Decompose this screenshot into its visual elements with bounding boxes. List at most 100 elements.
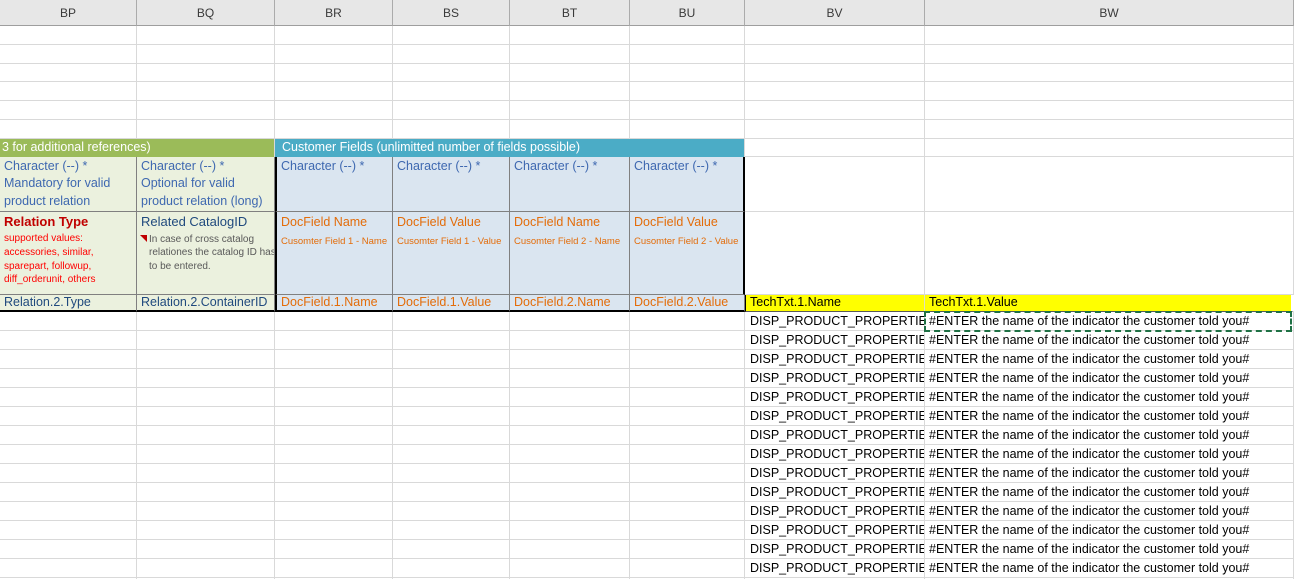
cell-empty[interactable] xyxy=(275,101,393,120)
cell-empty[interactable] xyxy=(745,101,925,120)
cell-empty[interactable] xyxy=(925,82,1294,101)
cell-empty[interactable] xyxy=(275,369,393,388)
cell-empty[interactable] xyxy=(630,464,745,483)
col-header-bq[interactable]: BQ xyxy=(137,0,275,26)
cell-empty[interactable] xyxy=(510,521,630,540)
cell-empty[interactable] xyxy=(630,82,745,101)
cell-empty[interactable] xyxy=(393,559,510,578)
cell-empty[interactable] xyxy=(510,369,630,388)
cell-empty[interactable] xyxy=(0,45,137,64)
cell-empty[interactable] xyxy=(275,120,393,139)
cell-techtxt-value-header[interactable]: TechTxt.1.Value xyxy=(925,295,1294,312)
cell-empty[interactable] xyxy=(137,45,275,64)
cell-empty[interactable] xyxy=(275,445,393,464)
cell-techtxt-name[interactable]: DISP_PRODUCT_PROPERTIES xyxy=(745,388,925,407)
cell-empty[interactable] xyxy=(137,559,275,578)
cell-empty[interactable] xyxy=(510,26,630,45)
cell-docfield2-name[interactable]: DocField.2.Name xyxy=(510,295,630,312)
cell-techtxt-value[interactable]: #ENTER the name of the indicator the cus… xyxy=(925,464,1294,483)
cell-empty[interactable] xyxy=(275,82,393,101)
col-header-bv[interactable]: BV xyxy=(745,0,925,26)
cell-techtxt-value[interactable]: #ENTER the name of the indicator the cus… xyxy=(925,445,1294,464)
cell-techtxt-value[interactable]: #ENTER the name of the indicator the cus… xyxy=(925,502,1294,521)
cell-techtxt-name-header[interactable]: TechTxt.1.Name xyxy=(745,295,925,312)
cell-empty[interactable] xyxy=(510,350,630,369)
cell-empty[interactable] xyxy=(393,45,510,64)
cell-techtxt-name[interactable]: DISP_PRODUCT_PROPERTIES xyxy=(745,483,925,502)
cell-empty[interactable] xyxy=(925,26,1294,45)
cell-empty[interactable] xyxy=(393,502,510,521)
cell-empty[interactable] xyxy=(393,331,510,350)
cell-empty[interactable] xyxy=(275,540,393,559)
cell-empty[interactable] xyxy=(393,388,510,407)
cell-empty[interactable] xyxy=(137,502,275,521)
cell-empty[interactable] xyxy=(137,312,275,331)
cell-empty[interactable] xyxy=(630,540,745,559)
cell-empty[interactable] xyxy=(510,331,630,350)
cell-empty[interactable] xyxy=(275,483,393,502)
cell-techtxt-value[interactable]: #ENTER the name of the indicator the cus… xyxy=(925,388,1294,407)
cell-empty[interactable] xyxy=(137,82,275,101)
cell-empty[interactable] xyxy=(137,445,275,464)
cell-empty[interactable] xyxy=(745,45,925,64)
cell-empty[interactable] xyxy=(925,45,1294,64)
cell-empty[interactable] xyxy=(630,312,745,331)
cell-type-character[interactable]: Character (--) * xyxy=(630,157,745,212)
cell-empty[interactable] xyxy=(275,26,393,45)
cell-empty[interactable] xyxy=(137,369,275,388)
cell-empty[interactable] xyxy=(630,559,745,578)
cell-techtxt-name[interactable]: DISP_PRODUCT_PROPERTIES xyxy=(745,350,925,369)
cell-empty[interactable] xyxy=(0,331,137,350)
cell-docfield-name-1[interactable]: DocField Name Cusomter Field 1 - Name xyxy=(275,212,393,295)
cell-empty[interactable] xyxy=(745,26,925,45)
cell-empty[interactable] xyxy=(745,64,925,83)
cell-empty[interactable] xyxy=(630,388,745,407)
cell-empty[interactable] xyxy=(510,101,630,120)
col-header-bw[interactable]: BW xyxy=(925,0,1294,26)
col-header-bp[interactable]: BP xyxy=(0,0,137,26)
cell-empty[interactable] xyxy=(0,540,137,559)
cell-empty[interactable] xyxy=(510,483,630,502)
cell-empty[interactable] xyxy=(925,139,1294,157)
cell-empty[interactable] xyxy=(510,445,630,464)
cell-empty[interactable] xyxy=(393,101,510,120)
cell-empty[interactable] xyxy=(0,559,137,578)
cell-empty[interactable] xyxy=(510,388,630,407)
cell-empty[interactable] xyxy=(275,559,393,578)
cell-relations-section-header[interactable]: 3 for additional references) xyxy=(0,139,275,157)
cell-techtxt-value[interactable]: #ENTER the name of the indicator the cus… xyxy=(925,483,1294,502)
cell-empty[interactable] xyxy=(137,464,275,483)
cell-empty[interactable] xyxy=(510,82,630,101)
cell-empty[interactable] xyxy=(137,483,275,502)
cell-empty[interactable] xyxy=(393,445,510,464)
cell-empty[interactable] xyxy=(0,426,137,445)
cell-empty[interactable] xyxy=(393,426,510,445)
cell-empty[interactable] xyxy=(275,388,393,407)
cell-empty[interactable] xyxy=(275,426,393,445)
cell-empty[interactable] xyxy=(393,521,510,540)
cell-empty[interactable] xyxy=(630,369,745,388)
cell-empty[interactable] xyxy=(275,312,393,331)
cell-techtxt-value[interactable]: #ENTER the name of the indicator the cus… xyxy=(925,540,1294,559)
cell-empty[interactable] xyxy=(275,407,393,426)
cell-empty[interactable] xyxy=(630,483,745,502)
cell-type-character[interactable]: Character (--) * xyxy=(393,157,510,212)
cell-empty[interactable] xyxy=(393,82,510,101)
cell-empty[interactable] xyxy=(393,464,510,483)
cell-techtxt-value[interactable]: #ENTER the name of the indicator the cus… xyxy=(925,559,1294,578)
cell-empty[interactable] xyxy=(0,82,137,101)
cell-docfield-value-2[interactable]: DocField Value Cusomter Field 2 - Value xyxy=(630,212,745,295)
cell-empty[interactable] xyxy=(745,120,925,139)
cell-empty[interactable] xyxy=(0,388,137,407)
cell-empty[interactable] xyxy=(0,521,137,540)
cell-related-catalogid[interactable]: Related CatalogID In case of cross catal… xyxy=(137,212,275,295)
cell-techtxt-value[interactable]: #ENTER the name of the indicator the cus… xyxy=(925,521,1294,540)
cell-docfield-value-1[interactable]: DocField Value Cusomter Field 1 - Value xyxy=(393,212,510,295)
cell-empty[interactable] xyxy=(0,312,137,331)
cell-empty[interactable] xyxy=(393,64,510,83)
cell-empty[interactable] xyxy=(393,26,510,45)
cell-empty[interactable] xyxy=(137,26,275,45)
cell-techtxt-name[interactable]: DISP_PRODUCT_PROPERTIES xyxy=(745,445,925,464)
cell-empty[interactable] xyxy=(630,445,745,464)
cell-empty[interactable] xyxy=(925,120,1294,139)
